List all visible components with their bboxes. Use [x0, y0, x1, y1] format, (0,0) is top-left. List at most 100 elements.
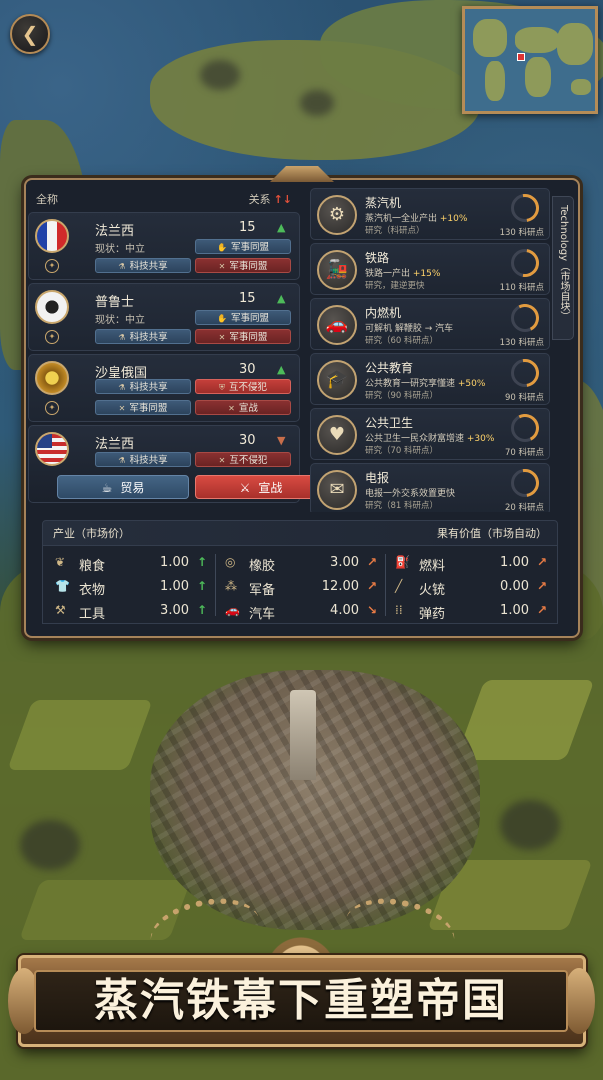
- tech-cost: 130 科研点: [499, 338, 544, 348]
- tech-name: 铁路: [365, 251, 390, 265]
- nation-name: 法兰西: [95, 437, 135, 452]
- market-row-ammunition[interactable]: ⁞⁞ 弹药 1.00 ↗: [393, 600, 558, 624]
- trend-up-icon: ↑: [197, 579, 208, 593]
- factory-smoke: [20, 820, 80, 870]
- tech-item-railway[interactable]: 🚂 铁路 铁路一产出 +15% 研究，建逆更快 110 科研点: [310, 243, 550, 295]
- minimap-continent: [557, 23, 593, 65]
- military-alliance-war-button[interactable]: ✕ 军事同盟: [195, 329, 291, 344]
- tech-item-public-health[interactable]: ♥ 公共卫生 公共卫生一民众财富增速 +30% 研究（70 科研点） 70 科研…: [310, 408, 550, 460]
- handshake-icon: ✋: [217, 314, 227, 323]
- minimap[interactable]: [462, 6, 598, 114]
- military-alliance-button[interactable]: ✋ 军事同盟: [195, 310, 291, 325]
- handshake-icon: ✋: [217, 243, 227, 252]
- bullets-icon: ⁞⁞: [395, 603, 403, 617]
- non-aggression-button[interactable]: ✕ 互不侵犯: [195, 452, 291, 467]
- factory-smoke: [200, 60, 240, 90]
- tech-name: 内燃机: [365, 306, 402, 320]
- market-row-clothing[interactable]: 👕 衣物 1.00 ↑: [53, 576, 218, 600]
- market-row-tools[interactable]: ⚒ 工具 3.00 ↑: [53, 600, 218, 624]
- value-header: 果有价值（市场自动）: [437, 527, 547, 540]
- tech-item-public-education[interactable]: 🎓 公共教育 公共教育一研究享懂速 +50% 研究（90 科研点） 90 科研点: [310, 353, 550, 405]
- tech-name: 电报: [365, 471, 390, 485]
- factory-smoke: [500, 800, 560, 850]
- nation-name: 普鲁士: [95, 295, 135, 310]
- tech-share-button[interactable]: ⚗ 科技共享: [95, 452, 191, 467]
- research-progress-ring: [505, 463, 545, 503]
- military-alliance-war-button[interactable]: ✕ 军事同盟: [195, 258, 291, 273]
- factory-smoke: [300, 90, 334, 116]
- technology-list: ⚙ 蒸汽机 蒸汽机一全业产出 +10% 研究（科研点） 130 科研点 🚂 铁路…: [310, 188, 550, 512]
- tech-item-steam-engine[interactable]: ⚙ 蒸汽机 蒸汽机一全业产出 +10% 研究（科研点） 130 科研点: [310, 188, 550, 240]
- flask-icon: ⚗: [118, 262, 126, 271]
- research-progress-ring: [507, 300, 543, 336]
- market-row-automobiles[interactable]: 🚗 汽车 4.00 ↘: [223, 600, 388, 624]
- relation-score: 30: [239, 362, 256, 377]
- tech-share-button[interactable]: ⚗ 科技共享: [95, 329, 191, 344]
- tech-desc: 可解机 解鞭胶 → 汽车: [365, 324, 454, 334]
- trend-upright-icon: ↗: [537, 579, 548, 593]
- non-aggression-button[interactable]: ⛨ 互不侵犯: [195, 379, 291, 394]
- declare-war-button[interactable]: ✕ 宣战: [195, 400, 291, 415]
- crossed-swords-icon: ✕: [218, 456, 226, 465]
- market-row-armaments[interactable]: ⁂ 军备 12.00 ↗: [223, 576, 388, 600]
- tech-desc: 铁路一产出 +15%: [365, 269, 441, 279]
- tech-status: 研究（70 科研点）: [365, 446, 439, 456]
- diplomacy-header: 全称 关系 ↑↓: [28, 186, 300, 212]
- column-divider: [215, 554, 216, 616]
- tech-share-button[interactable]: ⚗ 科技共享: [95, 379, 191, 394]
- nation-card-france[interactable]: ✦ 法兰西 15 ▲ 现状：中立 ✋ 军事同盟 ⚗ 科技共享 ✕ 军事同盟: [28, 212, 300, 280]
- trend-up-icon: ↑: [197, 603, 208, 617]
- trade-button[interactable]: ☕ 贸易: [57, 475, 189, 499]
- france-flag-icon: [35, 219, 69, 253]
- relation-sort-button[interactable]: 关系 ↑↓: [249, 191, 292, 207]
- column-divider: [385, 554, 386, 616]
- eagle-emblem-icon: ✦: [45, 259, 59, 273]
- research-progress-ring: [507, 410, 543, 446]
- minimap-continent: [473, 19, 507, 57]
- minimap-location-marker: [517, 53, 525, 61]
- nation-card-prussia[interactable]: ✦ 普鲁士 15 ▲ 现状：中立 ✋ 军事同盟 ⚗ 科技共享 ✕ 军事同盟: [28, 283, 300, 351]
- farm-field: [7, 700, 153, 770]
- flask-icon: ⚗: [118, 456, 126, 465]
- tech-desc: 公共卫生一民众财富增速 +30%: [365, 434, 495, 444]
- ammo-belt-icon: ⁂: [225, 579, 237, 593]
- trend-up-icon: ▲: [277, 221, 286, 234]
- usa-flag-icon: [35, 432, 69, 466]
- wheat-icon: ❦: [55, 555, 66, 569]
- market-row-muskets[interactable]: ╱ 火铳 0.00 ↗: [393, 576, 558, 600]
- tech-item-combustion-engine[interactable]: 🚗 内燃机 可解机 解鞭胶 → 汽车 研究（60 科研点） 130 科研点: [310, 298, 550, 350]
- technology-tab-label: Technology（市场自块）: [558, 205, 569, 322]
- heart-pulse-icon: ♥: [317, 415, 357, 455]
- tech-name: 公共教育: [365, 361, 414, 375]
- nation-status: 现状：中立: [95, 315, 145, 326]
- military-alliance-button[interactable]: ✕ 军事同盟: [95, 400, 191, 415]
- market-table: 产业（市场价） 果有价值（市场自动） ❦ 粮食 1.00 ↑ 👕 衣物 1.00 ↑ ⚒ 工具…: [42, 520, 558, 630]
- nation-name: 法兰西: [95, 224, 135, 239]
- fuel-can-icon: ⛽: [395, 555, 410, 569]
- nation-card-russia[interactable]: ✦ 沙皇俄国 30 ▲ ⚗ 科技共享 ⛨ 互不侵犯 ✕ 军事同盟 ✕ 宣战: [28, 354, 300, 422]
- trend-up-icon: ▲: [277, 363, 286, 376]
- market-row-fuel[interactable]: ⛽ 燃料 1.00 ↗: [393, 552, 558, 576]
- tech-share-button[interactable]: ⚗ 科技共享: [95, 258, 191, 273]
- minimap-continent: [485, 61, 505, 101]
- locomotive-icon: 🚂: [317, 250, 357, 290]
- gear-engine-icon: ⚙: [317, 195, 357, 235]
- diplomacy-header-label: 全称: [36, 193, 58, 206]
- trade-bowl-icon: ☕: [101, 481, 113, 495]
- tech-item-telegraph[interactable]: ✉ 电报 电报一外交系效置更快 研究（81 科研点） 20 科研点: [310, 463, 550, 512]
- tech-name: 蒸汽机: [365, 196, 402, 210]
- nation-card-usa[interactable]: 法兰西 30 ▼ ⚗ 科技共享 ✕ 互不侵犯: [28, 425, 300, 473]
- banner-slogan: 蒸汽铁幕下重塑帝国: [94, 975, 508, 1026]
- envelope-icon: ✉: [317, 470, 357, 510]
- nation-status: 现状：中立: [95, 244, 145, 255]
- flask-icon: ⚗: [118, 333, 126, 342]
- trend-down-icon: ▼: [277, 434, 286, 447]
- back-button[interactable]: ❮: [10, 14, 50, 54]
- tech-desc: 公共教育一研究享懂速 +50%: [365, 379, 486, 389]
- tech-desc: 电报一外交系效置更快: [365, 489, 456, 499]
- declare-war-main-button[interactable]: ⚔ 宣战: [195, 475, 327, 499]
- technology-tab[interactable]: Technology（市场自块）: [552, 196, 574, 340]
- market-row-grain[interactable]: ❦ 粮食 1.00 ↑: [53, 552, 218, 576]
- market-row-rubber[interactable]: ◎ 橡胶 3.00 ↗: [223, 552, 388, 576]
- military-alliance-button[interactable]: ✋ 军事同盟: [195, 239, 291, 254]
